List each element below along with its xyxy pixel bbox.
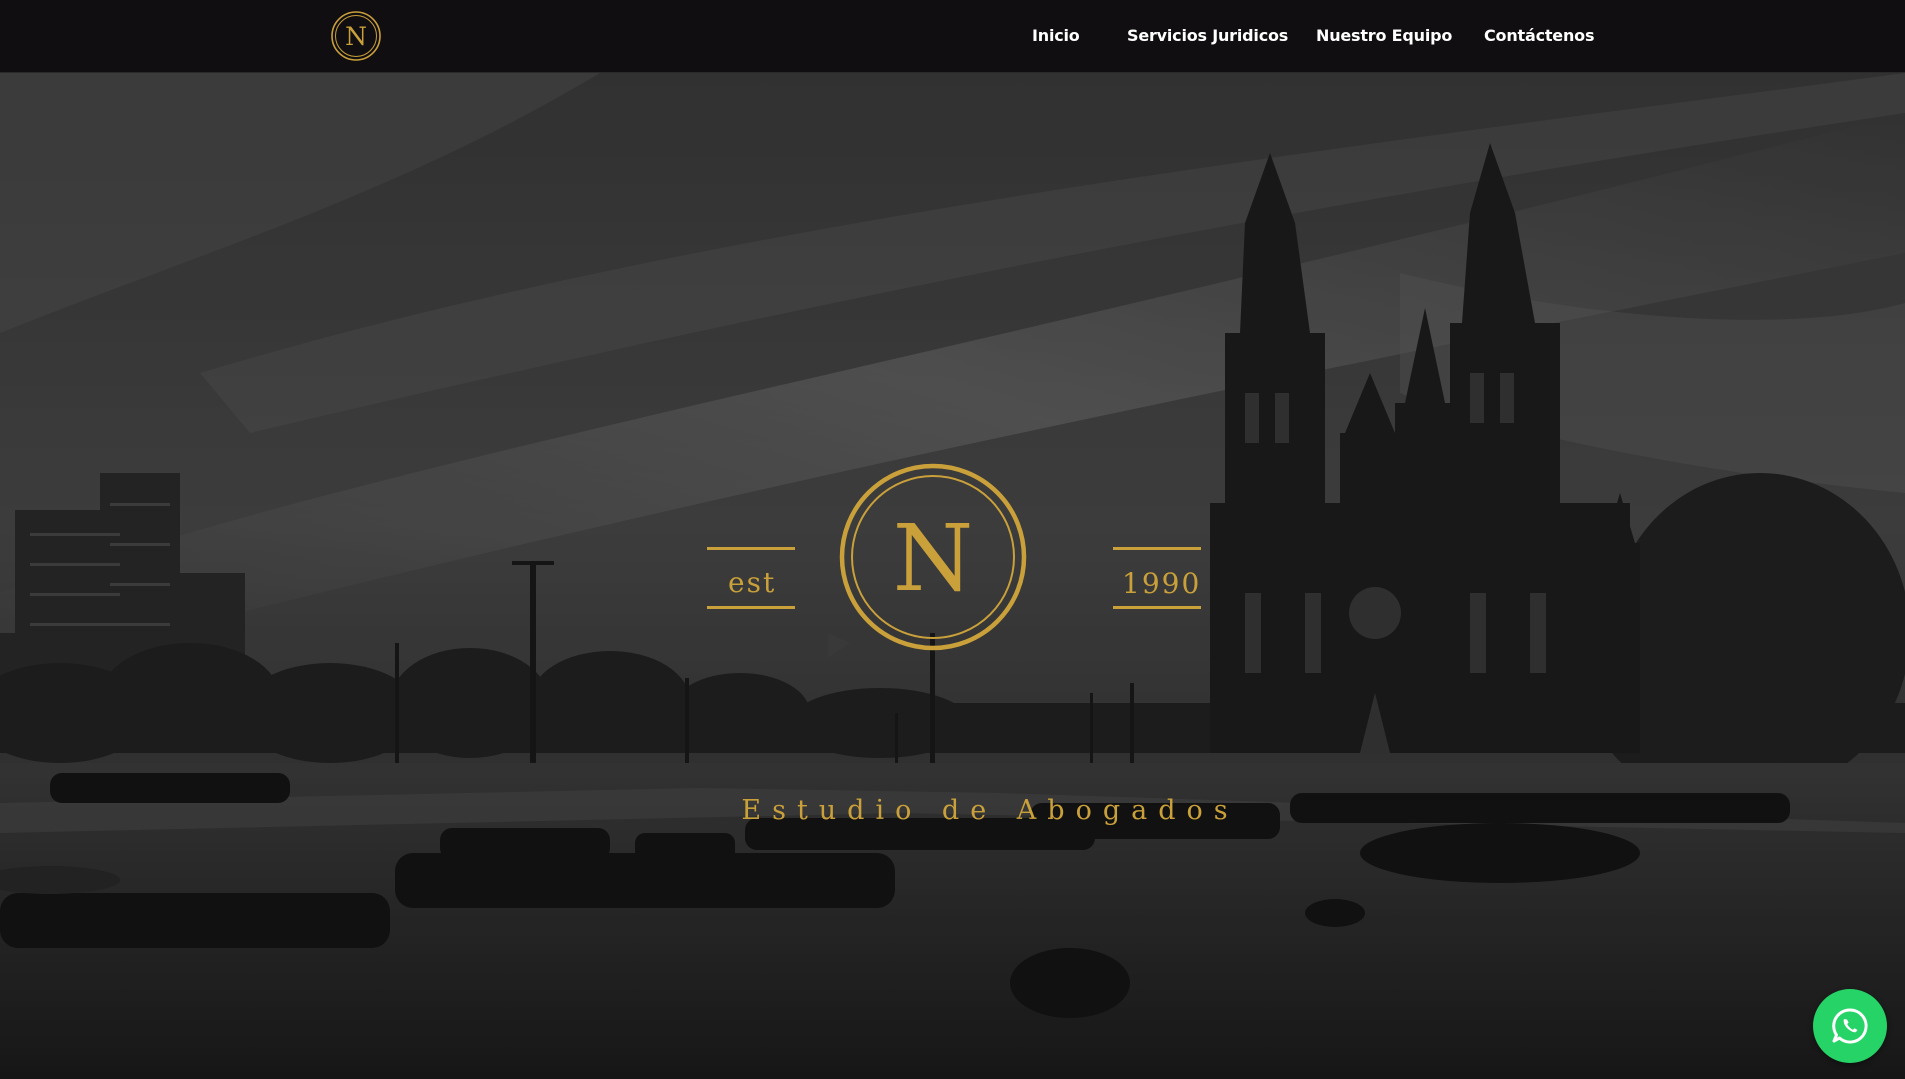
year-rule-top (1113, 547, 1201, 550)
emblem-circle-logo-icon: N (839, 463, 1027, 651)
est-label: est (728, 566, 777, 599)
emblem-letter: N (893, 505, 974, 612)
hero-tagline: Estudio de Abogados (741, 795, 1239, 826)
nav-inicio[interactable]: Inicio (1032, 26, 1080, 45)
nav-nuestro-equipo[interactable]: Nuestro Equipo (1316, 26, 1452, 45)
brand-emblem: est 1990 N Estudio de Abogados (690, 463, 1290, 843)
nav-contactenos[interactable]: Contáctenos (1484, 26, 1594, 45)
whatsapp-icon (1832, 1008, 1868, 1044)
established-year: 1990 (1122, 567, 1202, 600)
nav-servicios-juridicos[interactable]: Servicios Juridicos (1127, 26, 1288, 45)
whatsapp-button[interactable] (1813, 989, 1887, 1063)
page: N Inicio Servicios Juridicos Nuestro Equ… (0, 0, 1905, 1079)
est-rule-top (707, 547, 795, 550)
main-nav: Inicio Servicios Juridicos Nuestro Equip… (0, 0, 1905, 72)
year-rule-bottom (1113, 606, 1201, 609)
top-navigation-bar: N Inicio Servicios Juridicos Nuestro Equ… (0, 0, 1905, 73)
hero-section: est 1990 N Estudio de Abogados (0, 73, 1905, 1079)
est-rule-bottom (707, 606, 795, 609)
